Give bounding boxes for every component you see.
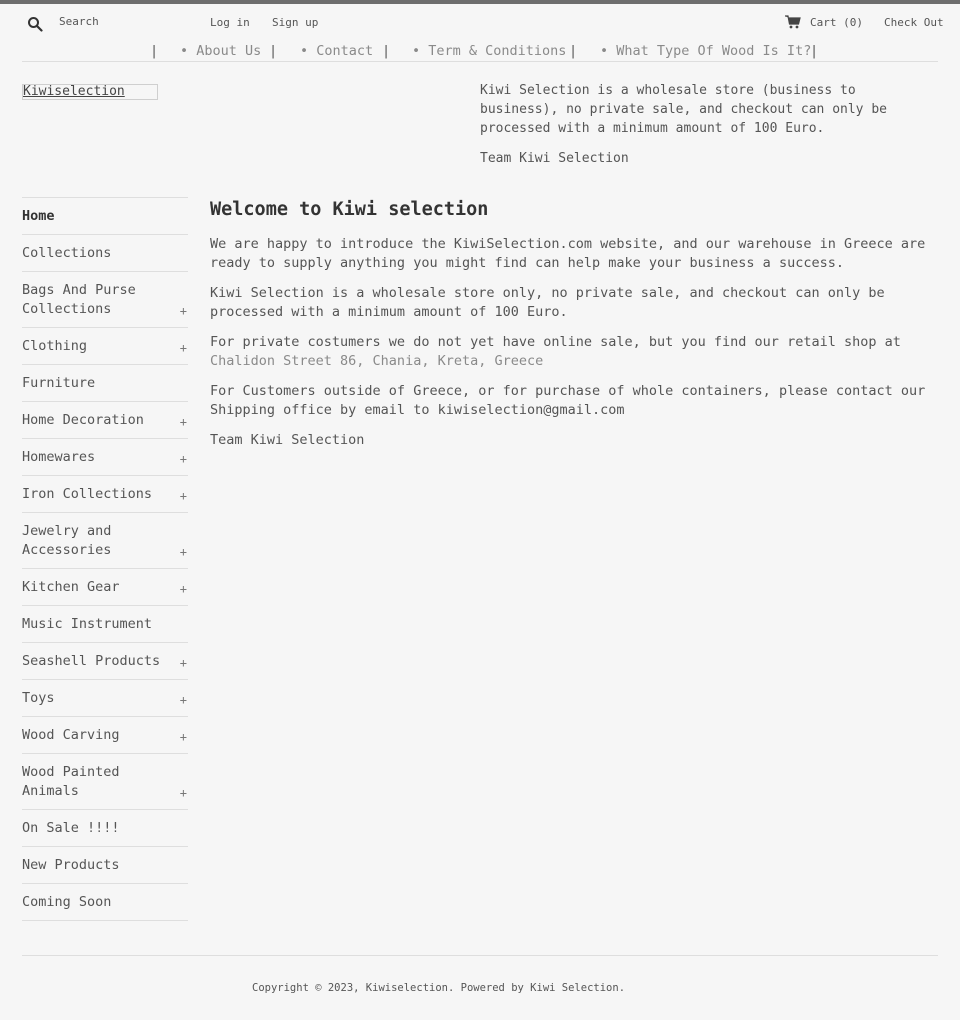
sidebar-item-on-sale[interactable]: On Sale !!!! (22, 810, 188, 847)
sidebar-item-label: Wood Painted Animals (22, 764, 120, 799)
sidebar-item-iron-collections[interactable]: Iron Collections + (22, 476, 188, 513)
intro-paragraph: We are happy to introduce the KiwiSelect… (210, 236, 926, 271)
expand-plus-icon[interactable]: + (180, 657, 187, 669)
expand-plus-icon[interactable]: + (180, 583, 187, 595)
top-accent-bar (0, 0, 960, 4)
signature: Team Kiwi Selection (210, 432, 365, 448)
login-link[interactable]: Log in (210, 16, 250, 29)
sidebar-item-seashell-products[interactable]: Seashell Products + (22, 643, 188, 680)
sidebar-item-label: Music Instrument (22, 616, 153, 632)
sidebar-item-toys[interactable]: Toys + (22, 680, 188, 717)
nav-item-about-us[interactable]: • About Us (180, 43, 261, 59)
sidebar-item-label: Furniture (22, 375, 96, 391)
nav-separator: | (810, 43, 819, 59)
sidebar-item-label: Bags And Purse Collections (22, 282, 136, 317)
sidebar-item-label: On Sale !!!! (22, 820, 120, 836)
cart-icon[interactable] (785, 15, 801, 29)
main-nav: | • About Us | • Contact | • Term & Cond… (0, 43, 960, 61)
retail-paragraph: For private costumers we do not yet have… (210, 333, 940, 371)
footer-shop-link[interactable]: Kiwiselection (366, 982, 448, 994)
expand-plus-icon[interactable]: + (180, 694, 187, 706)
sidebar-item-label: Toys (22, 690, 55, 706)
signup-link[interactable]: Sign up (272, 16, 318, 29)
search-input[interactable] (59, 12, 189, 30)
sidebar-item-furniture[interactable]: Furniture (22, 365, 188, 402)
sidebar-item-home[interactable]: Home (22, 198, 188, 235)
sidebar-item-label: Home (22, 208, 55, 224)
nav-separator: | (569, 43, 578, 59)
expand-plus-icon[interactable]: + (180, 416, 187, 428)
expand-plus-icon[interactable]: + (180, 731, 187, 743)
retail-address-link[interactable]: Chalidon Street 86, Chania, Kreta, Greec… (210, 353, 543, 369)
sidebar-item-label: Coming Soon (22, 894, 112, 910)
retail-text: For private costumers we do not yet have… (210, 334, 901, 350)
expand-plus-icon[interactable]: + (180, 490, 187, 502)
powered-by-text: . Powered by (447, 982, 531, 994)
nav-divider (22, 61, 938, 62)
sidebar-item-wood-painted-animals[interactable]: Wood Painted Animals + (22, 754, 188, 810)
sidebar-item-label: Iron Collections (22, 486, 153, 502)
site-logo[interactable]: Kiwiselection (22, 84, 158, 100)
notice-text: Kiwi Selection is a wholesale store (bus… (480, 83, 887, 136)
expand-plus-icon[interactable]: + (180, 453, 187, 465)
page-title: Welcome to Kiwi selection (210, 199, 489, 220)
wholesale-line-2: processed with a minimum amount of 100 E… (210, 304, 568, 320)
nav-separator: | (382, 43, 391, 59)
sidebar-item-bags-and-purse-collections[interactable]: Bags And Purse Collections + (22, 272, 188, 328)
wholesale-paragraph: Kiwi Selection is a wholesale store only… (210, 284, 940, 322)
nav-item-terms[interactable]: • Term & Conditions (412, 43, 566, 59)
sidebar-item-label: Kitchen Gear (22, 579, 120, 595)
sidebar-nav: Home Collections Bags And Purse Collection… (22, 197, 188, 921)
expand-plus-icon[interactable]: + (180, 546, 187, 558)
sidebar-item-kitchen-gear[interactable]: Kitchen Gear + (22, 569, 188, 606)
sidebar-item-label: Seashell Products (22, 653, 161, 669)
sidebar-item-label: Wood Carving (22, 727, 120, 743)
shipping-paragraph: For Customers outside of Greece, or for … (210, 383, 926, 418)
nav-separator: | (269, 43, 278, 59)
sidebar-item-coming-soon[interactable]: Coming Soon (22, 884, 188, 921)
nav-item-contact[interactable]: • Contact (300, 43, 373, 59)
sidebar-item-wood-carving[interactable]: Wood Carving + (22, 717, 188, 754)
nav-item-wood-type[interactable]: • What Type Of Wood Is It? (600, 43, 811, 59)
sidebar-item-label: Homewares (22, 449, 96, 465)
main-content: Welcome to Kiwi selection We are happy t… (210, 197, 940, 461)
copyright-prefix: Copyright © 2023, (252, 982, 366, 994)
sidebar-item-music-instrument[interactable]: Music Instrument (22, 606, 188, 643)
expand-plus-icon[interactable]: + (180, 787, 187, 799)
header-bar: Log in Sign up Cart (0) Check Out (0, 12, 960, 34)
footer-divider (22, 955, 938, 956)
checkout-link[interactable]: Check Out (884, 16, 944, 29)
sidebar-item-label: Home Decoration (22, 412, 144, 428)
expand-plus-icon[interactable]: + (180, 305, 187, 317)
search-icon[interactable] (27, 16, 43, 32)
footer-powered-link[interactable]: Kiwi Selection (530, 982, 619, 994)
notice-signature: Team Kiwi Selection (480, 151, 629, 166)
sidebar-item-home-decoration[interactable]: Home Decoration + (22, 402, 188, 439)
nav-separator: | (150, 43, 159, 59)
footer-suffix: . (618, 982, 626, 994)
cart-link[interactable]: Cart (0) (810, 16, 863, 29)
sidebar-item-label: Collections (22, 245, 112, 261)
sidebar-item-label: Jewelry and Accessories (22, 523, 112, 558)
sidebar-item-jewelry-and-accessories[interactable]: Jewelry and Accessories + (22, 513, 188, 569)
sidebar-item-label: New Products (22, 857, 120, 873)
wholesale-line-1: Kiwi Selection is a wholesale store only… (210, 285, 885, 301)
expand-plus-icon[interactable]: + (180, 342, 187, 354)
sidebar-item-homewares[interactable]: Homewares + (22, 439, 188, 476)
sidebar-item-label: Clothing (22, 338, 88, 354)
sidebar-item-new-products[interactable]: New Products (22, 847, 188, 884)
footer: Copyright © 2023, Kiwiselection. Powered… (252, 982, 625, 994)
wholesale-notice: Kiwi Selection is a wholesale store (bus… (480, 81, 940, 179)
sidebar-item-clothing[interactable]: Clothing + (22, 328, 188, 365)
sidebar-item-collections[interactable]: Collections (22, 235, 188, 272)
